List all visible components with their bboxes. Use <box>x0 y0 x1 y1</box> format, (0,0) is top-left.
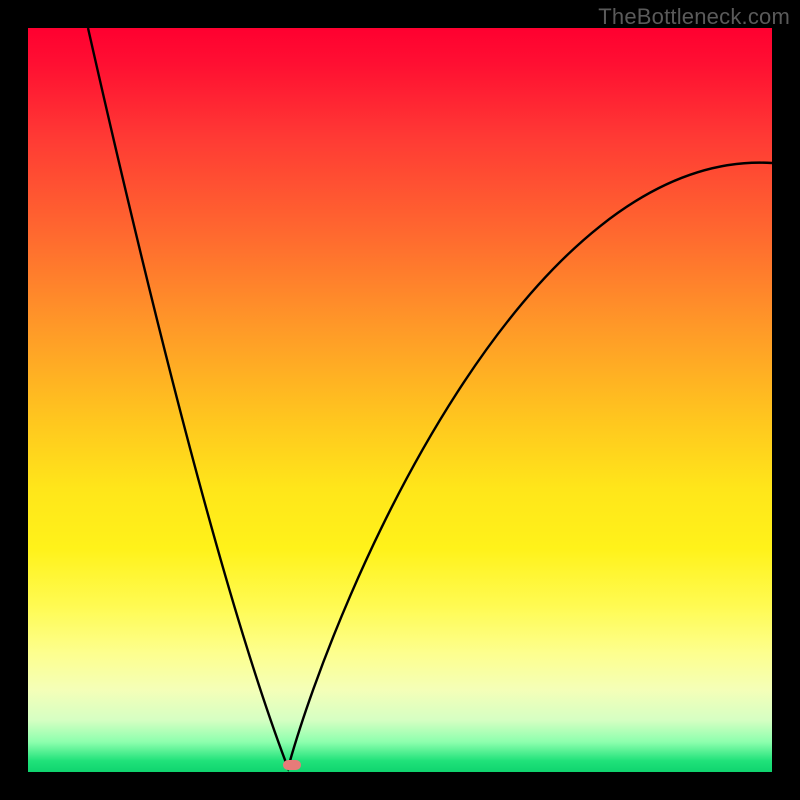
watermark-text: TheBottleneck.com <box>598 4 790 30</box>
bottleneck-curve <box>28 28 772 772</box>
curve-path <box>88 28 772 768</box>
optimum-marker <box>283 760 301 770</box>
chart-plot-area <box>28 28 772 772</box>
